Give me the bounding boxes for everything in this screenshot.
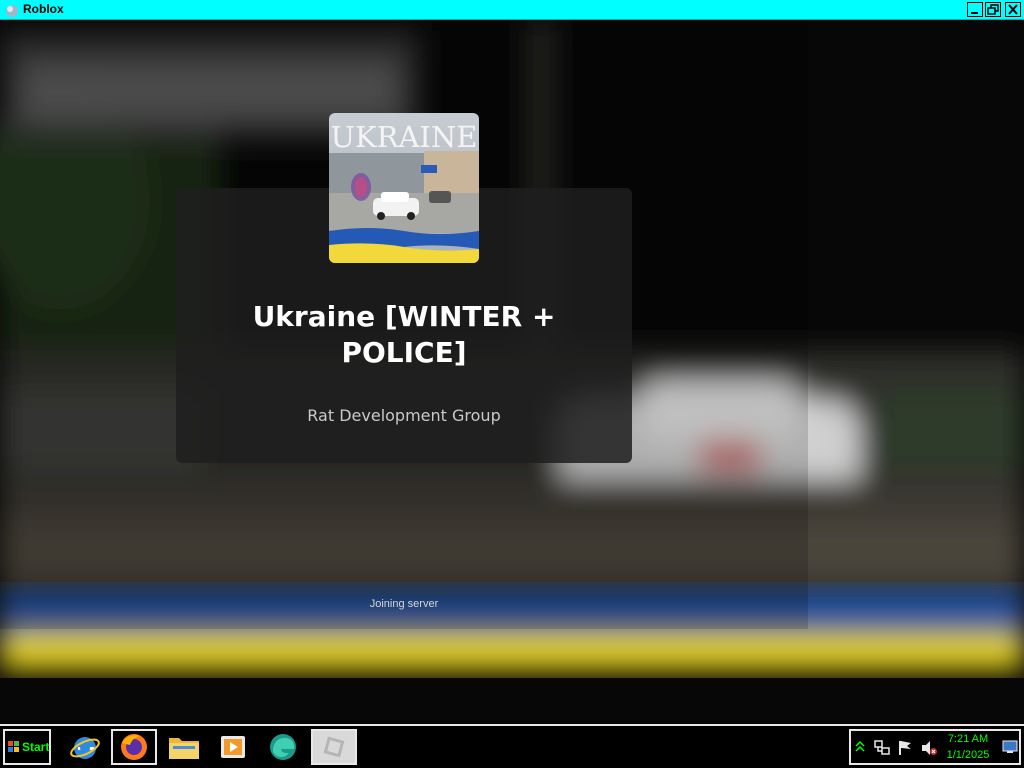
internet-explorer-icon	[70, 737, 100, 759]
close-button[interactable]	[1005, 2, 1021, 17]
windows-logo-icon	[8, 741, 19, 752]
edge-icon	[270, 734, 296, 760]
minimize-button[interactable]	[967, 2, 983, 17]
taskbar-item-roblox[interactable]	[311, 729, 357, 765]
media-player-icon	[221, 736, 245, 758]
clock-date[interactable]: 1/1/2025	[943, 749, 993, 761]
game-thumbnail: UKRAINE	[329, 113, 479, 263]
roblox-icon	[323, 736, 345, 758]
taskbar-item-internet-explorer[interactable]	[62, 729, 108, 765]
taskbar-item-edge[interactable]	[260, 729, 306, 765]
game-viewport[interactable]: UKRAINE Ukraine [WINTER + POLICE] Rat De…	[0, 20, 1024, 724]
taskbar: Start 7:21 AM 1/1/2025	[0, 724, 1024, 768]
system-tray: 7:21 AM 1/1/2025	[849, 729, 1021, 765]
firefox-icon	[121, 734, 147, 760]
taskbar-item-media-player[interactable]	[210, 729, 256, 765]
window-titlebar: Roblox	[0, 0, 1024, 20]
action-center-flag-icon[interactable]	[896, 739, 914, 757]
game-title: Ukraine [WINTER + POLICE]	[252, 300, 556, 369]
loading-status: Joining server	[369, 598, 439, 610]
minimize-icon	[971, 12, 978, 14]
game-thumbnail-image: UKRAINE	[329, 113, 479, 263]
start-button[interactable]: Start	[3, 729, 51, 765]
restore-button[interactable]	[985, 2, 1001, 17]
clock-time[interactable]: 7:21 AM	[943, 733, 993, 745]
show-desktop-icon[interactable]	[1002, 740, 1018, 754]
window-title: Roblox	[23, 2, 64, 16]
game-creator: Rat Development Group	[307, 406, 501, 425]
start-label: Start	[22, 740, 50, 754]
thumbnail-title: UKRAINE	[331, 120, 478, 154]
volume-muted-icon[interactable]	[920, 739, 938, 757]
restore-icon	[987, 4, 999, 15]
show-hidden-icons-icon[interactable]	[855, 739, 865, 755]
taskbar-item-firefox[interactable]	[111, 729, 157, 765]
network-icon[interactable]	[873, 739, 891, 757]
close-icon	[1008, 4, 1018, 15]
file-explorer-icon	[169, 738, 199, 759]
roblox-icon	[6, 5, 18, 17]
taskbar-item-file-explorer[interactable]	[161, 729, 207, 765]
